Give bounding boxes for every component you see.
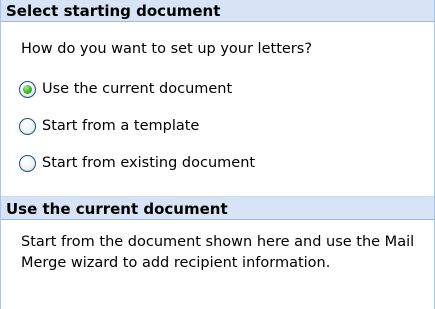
option-label: Start from a template (42, 118, 200, 134)
option-start-from-template[interactable]: Start from a template (19, 114, 199, 138)
radio-selected-dot-icon (23, 84, 32, 94)
setup-letters-prompt: How do you want to set up your letters? (21, 41, 313, 57)
radio-button[interactable] (19, 117, 36, 135)
option-label: Start from existing document (42, 155, 256, 171)
option-use-current-document[interactable]: Use the current document (19, 77, 232, 101)
use-current-document-header: Use the current document (1, 196, 434, 220)
radio-button-selected[interactable] (19, 80, 36, 98)
current-document-description: Start from the document shown here and u… (21, 234, 415, 271)
mail-merge-task-pane: Select starting document How do you want… (0, 0, 435, 309)
option-label: Use the current document (42, 81, 233, 97)
radio-button[interactable] (19, 154, 36, 172)
option-start-from-existing-document[interactable]: Start from existing document (19, 151, 255, 175)
select-starting-document-header: Select starting document (1, 0, 434, 22)
